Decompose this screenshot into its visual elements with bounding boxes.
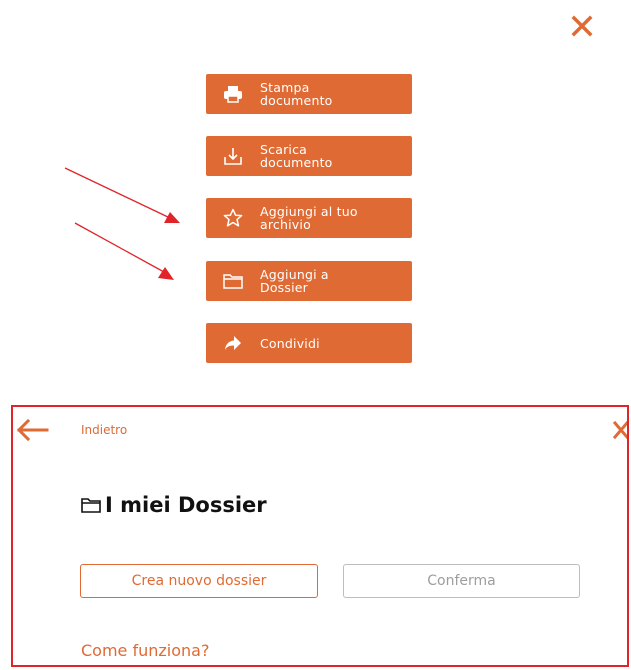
- how-it-works-link[interactable]: Come funziona?: [81, 641, 209, 660]
- annotation-arrow-dossier: [74, 222, 165, 273]
- back-arrow-icon[interactable]: [15, 419, 49, 441]
- create-dossier-button[interactable]: Crea nuovo dossier: [80, 564, 318, 598]
- folder-icon: [81, 498, 101, 513]
- back-link[interactable]: Indietro: [81, 423, 127, 437]
- annotation-arrowhead-dossier: [158, 267, 174, 280]
- panel-close-icon[interactable]: [613, 421, 627, 439]
- dossier-panel: Indietro I miei Dossier Crea nuovo dossi…: [11, 405, 629, 667]
- page-title-text: I miei Dossier: [105, 493, 267, 517]
- annotation-arrowhead-archive: [164, 212, 180, 223]
- confirm-button[interactable]: Conferma: [343, 564, 580, 598]
- page-title: I miei Dossier: [81, 493, 267, 517]
- annotation-arrow-archive: [64, 167, 171, 219]
